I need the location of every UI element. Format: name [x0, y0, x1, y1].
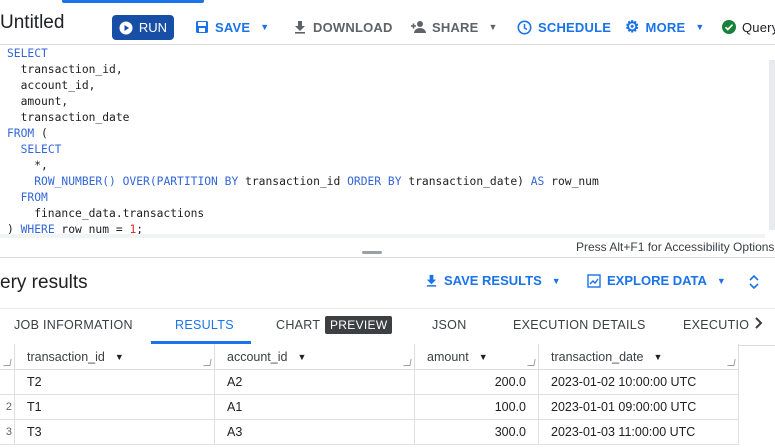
- table-cell[interactable]: 100.0: [415, 395, 539, 420]
- sql-code[interactable]: SELECT transaction_id, account_id, amoun…: [7, 46, 599, 238]
- editor-horizontal-scrollbar[interactable]: [0, 234, 765, 238]
- table-cell[interactable]: A3: [215, 420, 415, 445]
- column-header-amount[interactable]: amount ▼: [415, 344, 539, 370]
- tab-job-information[interactable]: JOB INFORMATION: [14, 318, 133, 332]
- table-cell[interactable]: 2023-01-03 11:00:00 UTC: [539, 420, 739, 445]
- add-person-icon: [411, 21, 426, 33]
- save-button[interactable]: SAVE ▼: [195, 14, 269, 40]
- schedule-button[interactable]: SCHEDULE: [517, 14, 611, 40]
- row-number: [0, 370, 15, 395]
- schedule-label: SCHEDULE: [538, 19, 612, 35]
- row-number: 2: [0, 395, 15, 420]
- chart-icon: [587, 273, 601, 288]
- tab-indicator: [62, 0, 204, 3]
- tab-results[interactable]: RESULTS: [175, 318, 234, 332]
- check-circle-icon: [722, 20, 736, 34]
- explore-data-label: EXPLORE DATA: [607, 273, 707, 288]
- column-header-label: amount: [427, 349, 469, 364]
- share-button[interactable]: SHARE ▼: [410, 14, 498, 40]
- table-cell[interactable]: 2023-01-02 10:00:00 UTC: [539, 370, 739, 395]
- column-resize-handle[interactable]: [403, 359, 412, 366]
- table-cell[interactable]: 300.0: [415, 420, 539, 445]
- column-header-transaction-id[interactable]: transaction_id ▼: [15, 344, 215, 370]
- download-icon: [295, 21, 305, 34]
- status-label: Query: [742, 19, 775, 35]
- download-label: DOWNLOAD: [313, 19, 393, 35]
- expand-collapse-icon[interactable]: [748, 274, 760, 294]
- table-cell[interactable]: T3: [15, 420, 215, 445]
- panel-divider: [0, 257, 775, 258]
- column-header-label: account_id: [227, 349, 288, 364]
- accessibility-hint: Press Alt+F1 for Accessibility Options: [576, 240, 775, 254]
- chevron-down-icon: ▼: [716, 275, 726, 286]
- download-button[interactable]: DOWNLOAD: [293, 14, 393, 40]
- chevron-right-icon[interactable]: [754, 316, 764, 335]
- run-label: RUN: [138, 20, 168, 35]
- table-cell[interactable]: A2: [215, 370, 415, 395]
- resize-handle[interactable]: [362, 251, 382, 254]
- sort-arrow-icon[interactable]: ▼: [479, 352, 488, 362]
- save-results-button[interactable]: SAVE RESULTS ▼: [425, 273, 561, 288]
- preview-badge: PREVIEW: [325, 316, 393, 334]
- chevron-down-icon: ▼: [695, 22, 705, 32]
- table-cell[interactable]: T2: [15, 370, 215, 395]
- share-label: SHARE: [432, 19, 479, 35]
- table-cell[interactable]: 200.0: [415, 370, 539, 395]
- query-title[interactable]: Untitled: [0, 12, 64, 34]
- chevron-down-icon: ▼: [551, 275, 561, 286]
- sort-arrow-icon[interactable]: ▼: [115, 352, 124, 362]
- tab-execution-graph[interactable]: EXECUTIO: [683, 318, 749, 332]
- table-cell[interactable]: 2023-01-01 09:00:00 UTC: [539, 395, 739, 420]
- column-resize-handle[interactable]: [203, 359, 212, 366]
- table-cell[interactable]: T1: [15, 395, 215, 420]
- results-title: ery results: [0, 272, 88, 293]
- column-header-transaction-date[interactable]: transaction_date ▼: [539, 344, 739, 370]
- column-resize-handle[interactable]: [727, 359, 736, 366]
- more-button[interactable]: ⚙ MORE ▼: [625, 14, 704, 40]
- gear-icon: ⚙: [625, 19, 640, 36]
- tab-chart[interactable]: CHART: [276, 318, 320, 332]
- sort-arrow-icon[interactable]: ▼: [653, 352, 662, 362]
- run-button[interactable]: RUN: [112, 15, 174, 40]
- column-header-label: transaction_date: [551, 349, 644, 364]
- download-icon: [426, 274, 437, 287]
- sort-arrow-icon[interactable]: ▼: [297, 352, 306, 362]
- tab-json[interactable]: JSON: [432, 318, 467, 332]
- play-icon: [119, 21, 133, 34]
- chevron-down-icon: ▼: [488, 22, 498, 32]
- column-header-account-id[interactable]: account_id ▼: [215, 344, 415, 370]
- save-label: SAVE: [215, 19, 251, 35]
- column-resize-handle[interactable]: [527, 359, 536, 366]
- tab-execution-details[interactable]: EXECUTION DETAILS: [513, 318, 646, 332]
- table-cell[interactable]: A1: [215, 395, 415, 420]
- row-number-header: [0, 344, 15, 370]
- editor-vertical-scrollbar[interactable]: [769, 60, 775, 230]
- column-header-label: transaction_id: [27, 349, 105, 364]
- row-number: 3: [0, 420, 15, 445]
- more-label: MORE: [645, 19, 686, 35]
- chevron-down-icon: ▼: [260, 22, 270, 32]
- save-icon: [196, 21, 208, 33]
- save-results-label: SAVE RESULTS: [444, 273, 542, 288]
- query-status: Query: [722, 14, 775, 40]
- clock-icon: [517, 20, 532, 34]
- explore-data-button[interactable]: EXPLORE DATA ▼: [587, 273, 726, 288]
